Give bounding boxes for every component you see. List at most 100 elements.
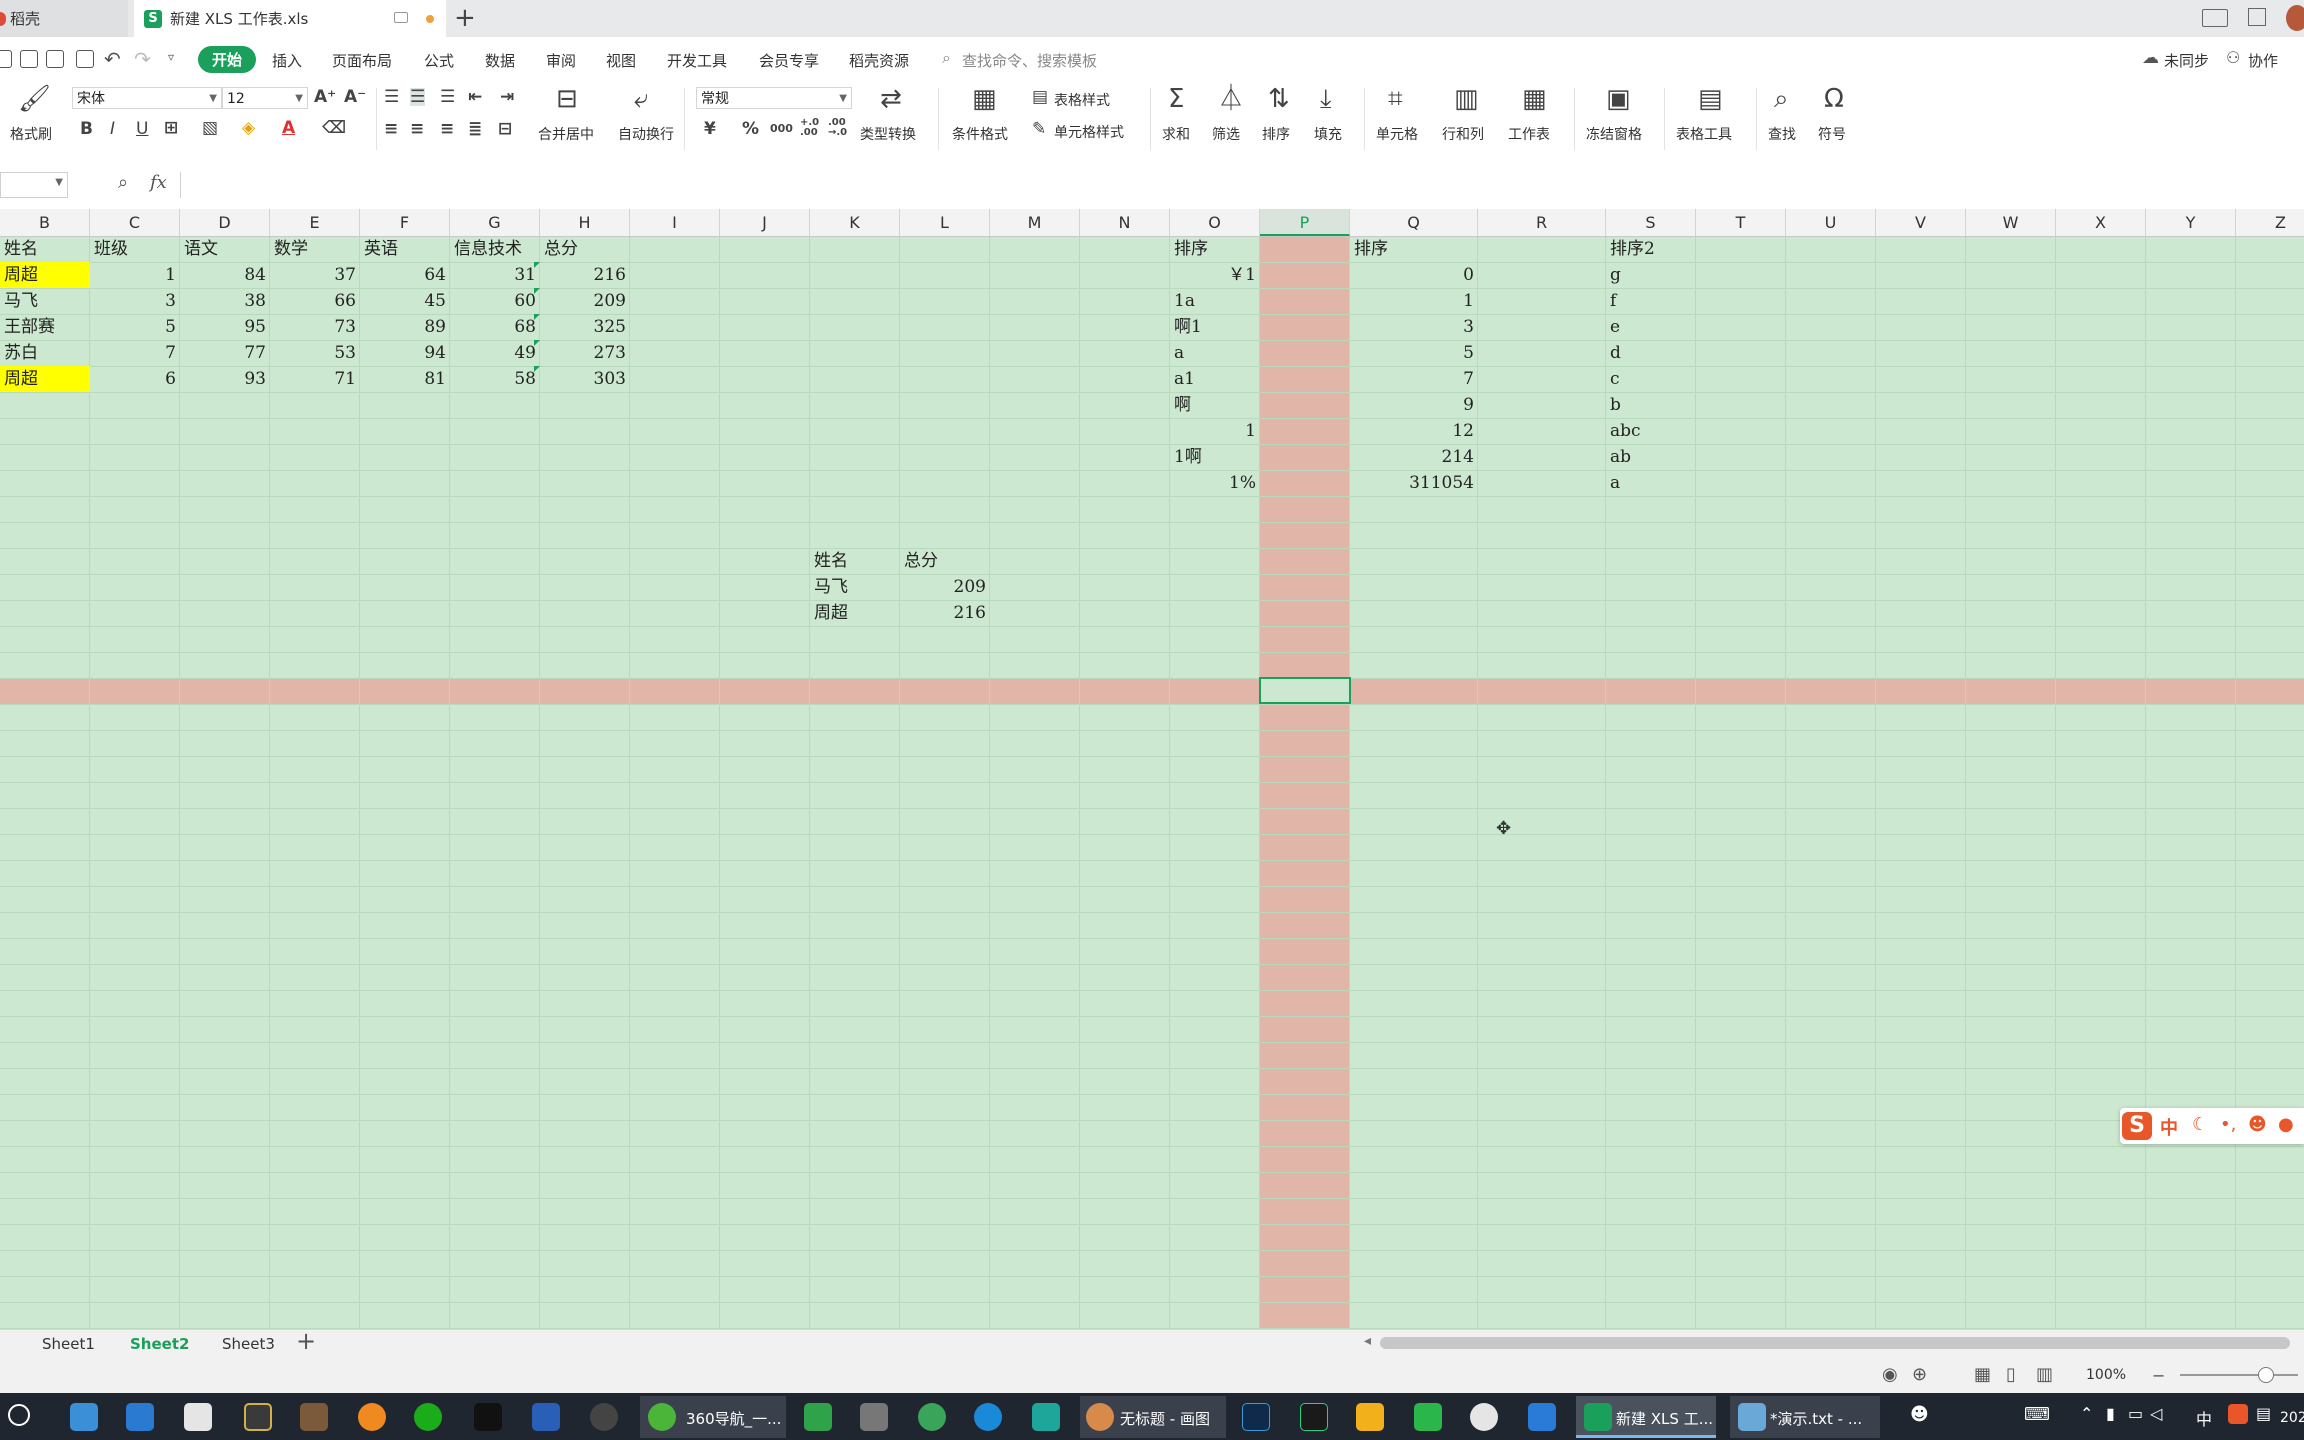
- menu-member[interactable]: 会员专享: [759, 50, 819, 71]
- number-cell[interactable]: 64: [360, 262, 450, 288]
- type-convert-icon[interactable]: ⇄: [880, 86, 902, 112]
- horizontal-scrollbar[interactable]: [1380, 1337, 2290, 1349]
- formula-input[interactable]: [180, 172, 2304, 198]
- worksheet-button[interactable]: 工作表: [1508, 124, 1550, 144]
- decrease-font-icon[interactable]: A⁻: [344, 88, 366, 106]
- header-cell[interactable]: 英语: [360, 236, 450, 262]
- find-button[interactable]: 查找: [1768, 124, 1796, 144]
- sheet-tab-3[interactable]: Sheet3: [222, 1335, 275, 1353]
- column-header-P[interactable]: P: [1260, 209, 1350, 236]
- freeze-panes-button[interactable]: 冻结窗格: [1586, 124, 1642, 144]
- sort-value-cell[interactable]: 1: [1170, 418, 1260, 444]
- number-cell[interactable]: 94: [360, 340, 450, 366]
- page-layout-view-icon[interactable]: ▯: [2006, 1364, 2016, 1385]
- merge-center-icon[interactable]: ⊟: [556, 86, 578, 112]
- iqiyi-icon[interactable]: [1414, 1403, 1442, 1431]
- sync-status[interactable]: 未同步: [2164, 50, 2209, 71]
- wrap-text-icon[interactable]: ⤶: [634, 86, 649, 112]
- align-left-icon[interactable]: ≡: [384, 120, 398, 138]
- header-cell[interactable]: 排序2: [1606, 236, 1696, 262]
- quick-access-dropdown-icon[interactable]: ▿: [168, 50, 174, 64]
- game-launcher-icon[interactable]: [244, 1403, 272, 1431]
- table-tools-icon[interactable]: ▤: [1698, 86, 1723, 112]
- page-break-view-icon[interactable]: ▥: [2036, 1364, 2053, 1385]
- type-convert-button[interactable]: 类型转换: [860, 124, 916, 144]
- justify-icon[interactable]: ≣: [468, 120, 482, 138]
- cell-button[interactable]: 单元格: [1376, 124, 1418, 144]
- monitor-icon[interactable]: [394, 12, 408, 23]
- qq-icon[interactable]: [474, 1403, 502, 1431]
- header-cell[interactable]: 语文: [180, 236, 270, 262]
- symbol-icon[interactable]: Ω: [1824, 86, 1844, 112]
- column-header-I[interactable]: I: [630, 209, 720, 236]
- number-cell[interactable]: 84: [180, 262, 270, 288]
- media-player-icon[interactable]: [804, 1403, 832, 1431]
- sort-value-cell[interactable]: abc: [1606, 418, 1696, 444]
- percent-button[interactable]: %: [742, 120, 759, 138]
- number-cell[interactable]: 6: [90, 366, 180, 392]
- format-painter-label[interactable]: 格式刷: [10, 124, 52, 144]
- font-color-button[interactable]: A: [282, 119, 295, 137]
- column-header-C[interactable]: C: [90, 209, 180, 236]
- number-cell[interactable]: 216: [900, 600, 990, 626]
- notification-icon[interactable]: ▤: [2256, 1404, 2271, 1423]
- sort-value-cell[interactable]: 啊: [1170, 392, 1260, 418]
- keyboard-icon[interactable]: ⌨: [2024, 1404, 2050, 1425]
- file-menu-icon[interactable]: [0, 50, 12, 68]
- zoom-slider-thumb[interactable]: [2258, 1367, 2274, 1383]
- name-cell[interactable]: 马飞: [0, 288, 90, 314]
- currency-button[interactable]: ¥: [704, 120, 716, 138]
- microphone-icon[interactable]: ●: [2278, 1114, 2294, 1135]
- command-search-input[interactable]: 查找命令、搜索模板: [962, 50, 1097, 71]
- fx-icon[interactable]: fx: [150, 172, 167, 193]
- tab-daoke[interactable]: 稻壳: [0, 0, 128, 37]
- decrease-decimal-button[interactable]: .00 →.0: [828, 118, 850, 138]
- moon-icon[interactable]: ☾: [2192, 1114, 2208, 1135]
- conditional-format-button[interactable]: 条件格式: [952, 124, 1008, 144]
- app-icon[interactable]: [1032, 1403, 1060, 1431]
- name-cell[interactable]: 周超: [810, 600, 900, 626]
- sort-icon[interactable]: ⇅: [1268, 86, 1290, 112]
- name-cell[interactable]: 马飞: [810, 574, 900, 600]
- sort-value-cell[interactable]: 0: [1350, 262, 1478, 288]
- column-header-O[interactable]: O: [1170, 209, 1260, 236]
- sort-value-cell[interactable]: a: [1170, 340, 1260, 366]
- notes-icon[interactable]: [1356, 1403, 1384, 1431]
- sort-value-cell[interactable]: a: [1606, 470, 1696, 496]
- conditional-format-icon[interactable]: ▦: [972, 86, 997, 112]
- format-painter-icon[interactable]: 🖌: [18, 86, 51, 112]
- column-header-J[interactable]: J: [720, 209, 810, 236]
- sort-value-cell[interactable]: g: [1606, 262, 1696, 288]
- increase-indent-icon[interactable]: ⇥: [500, 88, 514, 106]
- active-cell[interactable]: [1259, 677, 1351, 704]
- window-layout-icon[interactable]: [2202, 9, 2228, 27]
- ime-mode[interactable]: 中: [2160, 1114, 2178, 1140]
- sort-value-cell[interactable]: 1: [1350, 288, 1478, 314]
- number-cell[interactable]: 7: [90, 340, 180, 366]
- decrease-indent-icon[interactable]: ⇤: [468, 88, 482, 106]
- punctuation-icon[interactable]: •,: [2220, 1114, 2236, 1135]
- reading-mode-icon[interactable]: ⊕: [1912, 1364, 1927, 1385]
- bold-button[interactable]: B: [80, 120, 93, 138]
- menu-insert[interactable]: 插入: [272, 50, 302, 71]
- number-cell[interactable]: 209: [900, 574, 990, 600]
- number-cell[interactable]: 89: [360, 314, 450, 340]
- number-cell[interactable]: 5: [90, 314, 180, 340]
- menu-formula[interactable]: 公式: [424, 50, 454, 71]
- name-cell[interactable]: 周超: [0, 262, 90, 288]
- symbol-button[interactable]: 符号: [1818, 124, 1846, 144]
- mic-icon[interactable]: ▮: [2106, 1404, 2115, 1423]
- filter-icon[interactable]: ⏃: [1218, 86, 1244, 112]
- feishu-icon[interactable]: [1528, 1403, 1556, 1431]
- sort-value-cell[interactable]: 9: [1350, 392, 1478, 418]
- eye-protection-icon[interactable]: ◉: [1882, 1364, 1898, 1385]
- align-right-icon[interactable]: ≡: [440, 120, 454, 138]
- increase-font-icon[interactable]: A⁺: [314, 88, 336, 106]
- underline-button[interactable]: U: [136, 120, 148, 138]
- zoom-level[interactable]: 100%: [2086, 1367, 2126, 1383]
- column-header-M[interactable]: M: [990, 209, 1080, 236]
- number-cell[interactable]: 77: [180, 340, 270, 366]
- header-cell[interactable]: 班级: [90, 236, 180, 262]
- column-header-U[interactable]: U: [1786, 209, 1876, 236]
- volume-icon[interactable]: ◁: [2150, 1404, 2162, 1423]
